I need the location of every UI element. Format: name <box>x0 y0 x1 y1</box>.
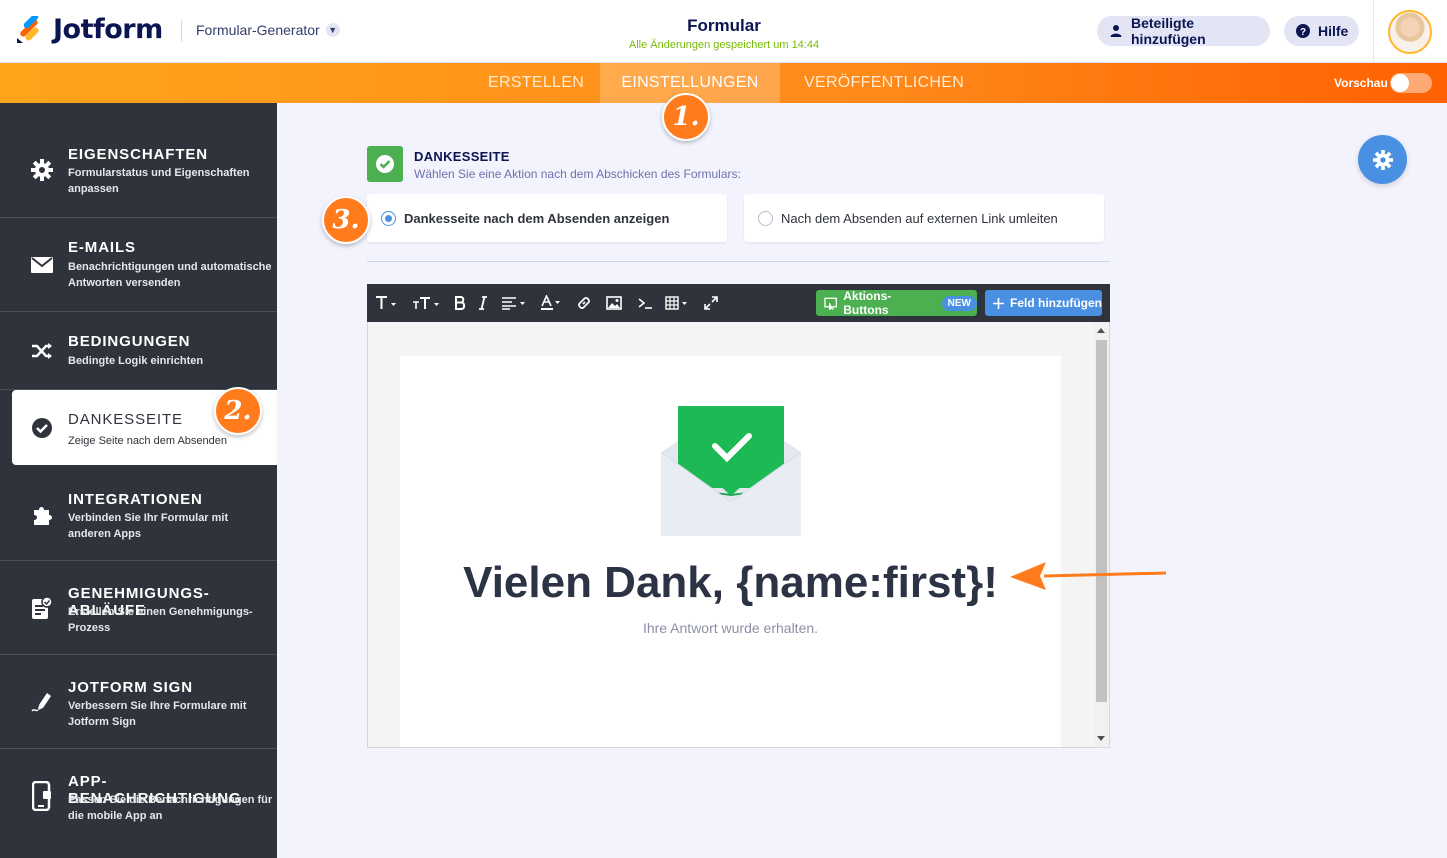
approval-icon <box>31 596 53 619</box>
scroll-up-arrow[interactable] <box>1097 328 1105 333</box>
add-collaborators-label: Beteiligte hinzufügen <box>1131 15 1206 47</box>
sidebar-item-desc: Zeige Seite nach dem Absenden <box>68 435 228 447</box>
add-collaborators-button[interactable]: Beteiligte hinzufügen <box>1097 15 1270 47</box>
settings-gear-button[interactable] <box>1358 135 1407 184</box>
step-badge-2: 2. <box>214 387 262 435</box>
bold-icon[interactable] <box>452 284 468 322</box>
tab-publish[interactable]: VERÖFFENTLICHEN <box>804 63 964 103</box>
sidebar-item-conditions[interactable]: BEDINGUNGEN Bedingte Logik einrichten <box>0 312 277 390</box>
option-show-thankyou[interactable]: Dankesseite nach dem Absenden anzeigen <box>367 194 727 242</box>
check-circle-icon <box>31 417 53 439</box>
plus-icon <box>993 297 1004 309</box>
scroll-down-arrow[interactable] <box>1097 736 1105 741</box>
sidebar-item-desc: Erstellen Sie einen Genehmigungs-Prozess <box>68 606 253 634</box>
gear-icon <box>1372 149 1393 170</box>
shuffle-icon <box>31 340 53 362</box>
divider <box>367 261 1110 262</box>
add-field-label: Feld hinzufügen <box>1010 296 1102 310</box>
fullscreen-icon[interactable] <box>703 284 719 322</box>
sidebar-item-desc: Passen Sie die Benachrichtigungen für di… <box>68 794 273 822</box>
thankyou-body[interactable]: Ihre Antwort wurde erhalten. <box>400 620 1061 636</box>
thankyou-heading[interactable]: Vielen Dank, {name:first}! <box>400 558 1061 608</box>
action-buttons-label: Aktions-Buttons <box>843 289 892 317</box>
radio-selected[interactable] <box>381 210 396 226</box>
step-badge-3: 3. <box>322 196 370 244</box>
sidebar-item-title: INTEGRATIONEN <box>68 491 203 508</box>
puzzle-icon <box>31 504 53 526</box>
new-badge: NEW <box>941 295 977 311</box>
chevron-down-icon: ▼ <box>325 23 340 37</box>
action-buttons-button[interactable]: Aktions-Buttons NEW <box>816 289 977 317</box>
preview-label: Vorschau <box>1334 76 1388 90</box>
svg-text:?: ? <box>1300 27 1306 38</box>
sidebar-item-emails[interactable]: E-MAILS Benachrichtigungen und automatis… <box>0 218 277 312</box>
radio-unselected[interactable] <box>758 210 773 226</box>
section-title: DANKESSEITE <box>414 149 510 164</box>
sidebar-item-approvals[interactable]: GENEHMIGUNGS-ABLÄUFE Erstellen Sie einen… <box>0 561 277 655</box>
annotation-arrow <box>1010 562 1167 590</box>
jotform-logo[interactable]: Jotform <box>16 14 163 45</box>
settings-sidebar: EIGENSCHAFTEN Formularstatus und Eigensc… <box>0 103 277 858</box>
help-button[interactable]: ? Hilfe <box>1284 16 1359 46</box>
sidebar-item-title: DANKESSEITE <box>68 411 183 428</box>
scroll-thumb[interactable] <box>1096 340 1107 702</box>
sidebar-item-jotform-sign[interactable]: JOTFORM SIGN Verbessern Sie Ihre Formula… <box>0 655 277 749</box>
envelope-icon <box>31 254 53 276</box>
option-redirect-label: Nach dem Absenden auf externen Link umle… <box>781 210 1058 226</box>
sidebar-item-properties[interactable]: EIGENSCHAFTEN Formularstatus und Eigensc… <box>0 103 277 218</box>
sidebar-item-desc: Verbinden Sie Ihr Formular mit anderen A… <box>68 512 229 540</box>
add-field-button[interactable]: Feld hinzufügen <box>985 290 1102 316</box>
pen-icon <box>31 691 53 713</box>
option-show-label: Dankesseite nach dem Absenden anzeigen <box>404 210 670 226</box>
link-icon[interactable] <box>575 284 593 322</box>
logo-text: Jotform <box>53 14 163 45</box>
step-badge-1: 1. <box>662 93 710 141</box>
text-color-icon[interactable] <box>538 284 564 322</box>
question-icon: ? <box>1296 24 1310 38</box>
italic-icon[interactable] <box>476 284 490 322</box>
form-generator-label: Formular-Generator <box>196 22 320 38</box>
sidebar-item-title: JOTFORM SIGN <box>68 679 193 696</box>
sidebar-item-title: EIGENSCHAFTEN <box>68 146 209 163</box>
sidebar-item-integrations[interactable]: INTEGRATIONEN Verbinden Sie Ihr Formular… <box>0 468 277 561</box>
envelope-check-icon <box>661 406 801 536</box>
toggle-knob <box>1391 74 1409 92</box>
avatar-area <box>1373 0 1447 63</box>
sidebar-item-title: E-MAILS <box>68 239 136 256</box>
sidebar-item-desc: Formularstatus und Eigenschaften anpasse… <box>68 167 250 195</box>
sidebar-item-desc: Bedingte Logik einrichten <box>68 355 204 367</box>
font-size-icon[interactable] <box>411 284 441 322</box>
sidebar-item-title: BEDINGUNGEN <box>68 333 191 350</box>
avatar[interactable] <box>1388 10 1432 54</box>
jotform-logo-icon <box>17 15 39 43</box>
cursor-window-icon <box>824 297 837 310</box>
option-redirect[interactable]: Nach dem Absenden auf externen Link umle… <box>744 194 1104 242</box>
user-icon <box>1109 24 1123 38</box>
mobile-icon <box>31 781 53 811</box>
table-icon[interactable] <box>664 284 692 322</box>
help-label: Hilfe <box>1318 23 1349 39</box>
header-divider <box>181 20 182 42</box>
editor-scrollbar[interactable] <box>1094 322 1109 747</box>
sidebar-item-app-notifications[interactable]: APP-BENACHRICHTIGUNG Passen Sie die Bena… <box>0 749 277 843</box>
font-family-icon[interactable] <box>373 284 399 322</box>
thankyou-editor[interactable]: Vielen Dank, {name:first}! Ihre Antwort … <box>367 322 1110 748</box>
top-header: Jotform Formular-Generator ▼ Formular Al… <box>0 0 1447 63</box>
preview-toggle[interactable] <box>1390 73 1432 93</box>
thankyou-section-icon <box>367 146 403 182</box>
save-status: Alle Änderungen gespeichert um 14:44 <box>628 39 820 51</box>
sidebar-item-desc: Benachrichtigungen und automatische Antw… <box>68 261 272 289</box>
section-subtitle: Wählen Sie eine Aktion nach dem Abschick… <box>414 167 741 181</box>
form-title[interactable]: Formular <box>624 16 824 36</box>
code-icon[interactable] <box>636 284 654 322</box>
gear-icon <box>31 159 53 181</box>
image-icon[interactable] <box>605 284 623 322</box>
align-icon[interactable] <box>499 284 529 322</box>
tab-create[interactable]: ERSTELLEN <box>488 63 584 103</box>
builder-tabbar: ERSTELLEN EINSTELLUNGEN VERÖFFENTLICHEN <box>0 63 1447 103</box>
form-generator-dropdown[interactable]: Formular-Generator ▼ <box>196 22 340 38</box>
sidebar-item-desc: Verbessern Sie Ihre Formulare mit Jotfor… <box>68 700 247 728</box>
